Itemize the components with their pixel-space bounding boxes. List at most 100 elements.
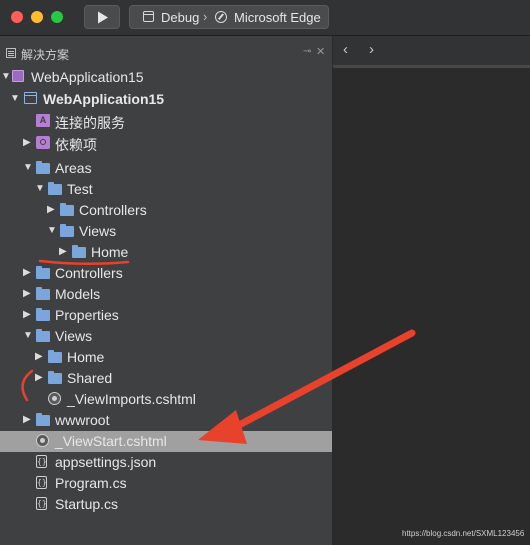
breadcrumb-separator: › (203, 9, 208, 24)
run-configuration-selector[interactable]: Debug › Microsoft Edge (129, 5, 329, 29)
folder-icon (72, 245, 86, 259)
folder-icon (36, 413, 50, 427)
folder-icon (36, 266, 50, 280)
title-bar: Debug › Microsoft Edge (0, 0, 530, 36)
solution-icon (12, 70, 26, 84)
minimize-window-button[interactable] (31, 11, 43, 23)
folder-icon (48, 350, 62, 364)
solution-pad-icon (6, 48, 16, 58)
folder-icon (36, 161, 50, 175)
tree-item-areas[interactable]: ▼ Areas (0, 158, 332, 179)
window-icon (143, 11, 154, 22)
tree-item-program-cs[interactable]: {} Program.cs (0, 473, 332, 494)
collapsed-arrow-icon[interactable]: ▶ (23, 309, 31, 320)
expanded-arrow-icon[interactable]: ▼ (35, 183, 45, 194)
close-window-button[interactable] (11, 11, 23, 23)
browser-icon (215, 11, 227, 23)
tree-item-连接的服务[interactable]: A 连接的服务 (0, 111, 332, 132)
expanded-arrow-icon[interactable]: ▼ (23, 162, 33, 173)
dependencies-icon (36, 136, 50, 150)
tree-item-controllers[interactable]: ▶ Controllers (0, 263, 332, 284)
folder-icon (36, 308, 50, 322)
file-icon: {} (36, 497, 47, 510)
collapsed-arrow-icon[interactable]: ▶ (23, 267, 31, 278)
tree-item-label: _ViewStart.cshtml (55, 433, 167, 449)
folder-icon (48, 371, 62, 385)
tree-item-label: wwwroot (55, 412, 110, 428)
tree-item-test[interactable]: ▼ Test (0, 179, 332, 200)
collapsed-arrow-icon[interactable]: ▶ (35, 372, 43, 383)
tree-item--viewimports-cshtml[interactable]: _ViewImports.cshtml (0, 389, 332, 410)
collapsed-arrow-icon[interactable]: ▶ (35, 351, 43, 362)
collapsed-arrow-icon[interactable]: ▶ (23, 137, 31, 148)
editor-nav-bar: ‹ › (333, 36, 530, 68)
editor-area: ‹ › (333, 36, 530, 545)
tree-item--viewstart-cshtml[interactable]: _ViewStart.cshtml (0, 431, 332, 452)
solution-pad: 解决方案 ⊸ ✕ ▼ WebApplication15 ▼ WebApplicatio… (0, 36, 333, 545)
navigate-forward-icon[interactable]: › (369, 41, 374, 58)
collapsed-arrow-icon[interactable]: ▶ (47, 204, 55, 215)
expanded-arrow-icon[interactable]: ▼ (23, 330, 33, 341)
expanded-arrow-icon[interactable]: ▼ (1, 71, 11, 82)
collapsed-arrow-icon[interactable]: ▶ (23, 414, 31, 425)
tree-item-wwwroot[interactable]: ▶ wwwroot (0, 410, 332, 431)
tree-item-views[interactable]: ▼ Views (0, 221, 332, 242)
zoom-window-button[interactable] (51, 11, 63, 23)
collapsed-arrow-icon[interactable]: ▶ (59, 246, 67, 257)
tree-item-label: Home (67, 349, 105, 365)
tree-item-properties[interactable]: ▶ Properties (0, 305, 332, 326)
close-icon[interactable]: ✕ (316, 45, 325, 58)
tree-item-label: Controllers (79, 202, 147, 218)
tree-item-依赖项[interactable]: ▶ 依赖项 (0, 133, 332, 154)
file-icon: {} (36, 455, 47, 468)
file-icon: {} (36, 476, 47, 489)
tree-item-startup-cs[interactable]: {} Startup.cs (0, 494, 332, 515)
configuration-label: Debug (161, 10, 200, 25)
watermark: https://blog.csdn.net/SXML123456 (402, 529, 525, 538)
folder-icon (60, 224, 74, 238)
solution-pad-header: 解决方案 ⊸ ✕ (0, 36, 332, 68)
project-icon (24, 92, 38, 106)
tree-item-label: Controllers (55, 265, 123, 281)
razor-file-icon (36, 434, 50, 448)
run-button[interactable] (84, 5, 120, 29)
tree-item-label: 连接的服务 (55, 115, 125, 131)
tree-item-label: WebApplication15 (31, 69, 144, 85)
tree-item-label: Properties (55, 307, 119, 323)
tree-item-label: appsettings.json (55, 454, 157, 470)
tree-item-label: Test (67, 181, 93, 197)
tree-item-shared[interactable]: ▶ Shared (0, 368, 332, 389)
tree-item-views[interactable]: ▼ Views (0, 326, 332, 347)
folder-icon (36, 329, 50, 343)
tree-item-label: Models (55, 286, 101, 302)
folder-icon (60, 203, 74, 217)
solution-pad-title: 解决方案 (21, 48, 70, 62)
razor-file-icon (48, 392, 62, 406)
expanded-arrow-icon[interactable]: ▼ (10, 93, 20, 104)
play-icon (98, 11, 108, 24)
collapsed-arrow-icon[interactable]: ▶ (23, 288, 31, 299)
tree-item-label: Shared (67, 370, 113, 386)
tree-item-webapplication15[interactable]: ▼ WebApplication15 (0, 89, 332, 110)
tree-item-models[interactable]: ▶ Models (0, 284, 332, 305)
tree-item-label: Areas (55, 160, 92, 176)
target-browser-label: Microsoft Edge (234, 10, 321, 25)
tree-item-label: _ViewImports.cshtml (67, 391, 196, 407)
tree-item-home[interactable]: ▶ Home (0, 347, 332, 368)
tree-item-label: 依赖项 (55, 137, 97, 153)
folder-icon (48, 182, 62, 196)
tree-item-appsettings-json[interactable]: {} appsettings.json (0, 452, 332, 473)
tree-item-home[interactable]: ▶ Home (0, 242, 332, 263)
tree-item-label: Views (79, 223, 117, 239)
tree-item-controllers[interactable]: ▶ Controllers (0, 200, 332, 221)
tree-item-webapplication15[interactable]: ▼ WebApplication15 (0, 67, 332, 88)
expanded-arrow-icon[interactable]: ▼ (47, 225, 57, 236)
tree-item-label: Views (55, 328, 93, 344)
tree-item-label: Home (91, 244, 129, 260)
tree-item-label: Program.cs (55, 475, 127, 491)
navigate-back-icon[interactable]: ‹ (343, 41, 348, 58)
folder-icon (36, 287, 50, 301)
pin-icon[interactable]: ⊸ (303, 46, 311, 57)
tree-item-label: Startup.cs (55, 496, 119, 512)
connected-services-icon: A (36, 114, 50, 128)
